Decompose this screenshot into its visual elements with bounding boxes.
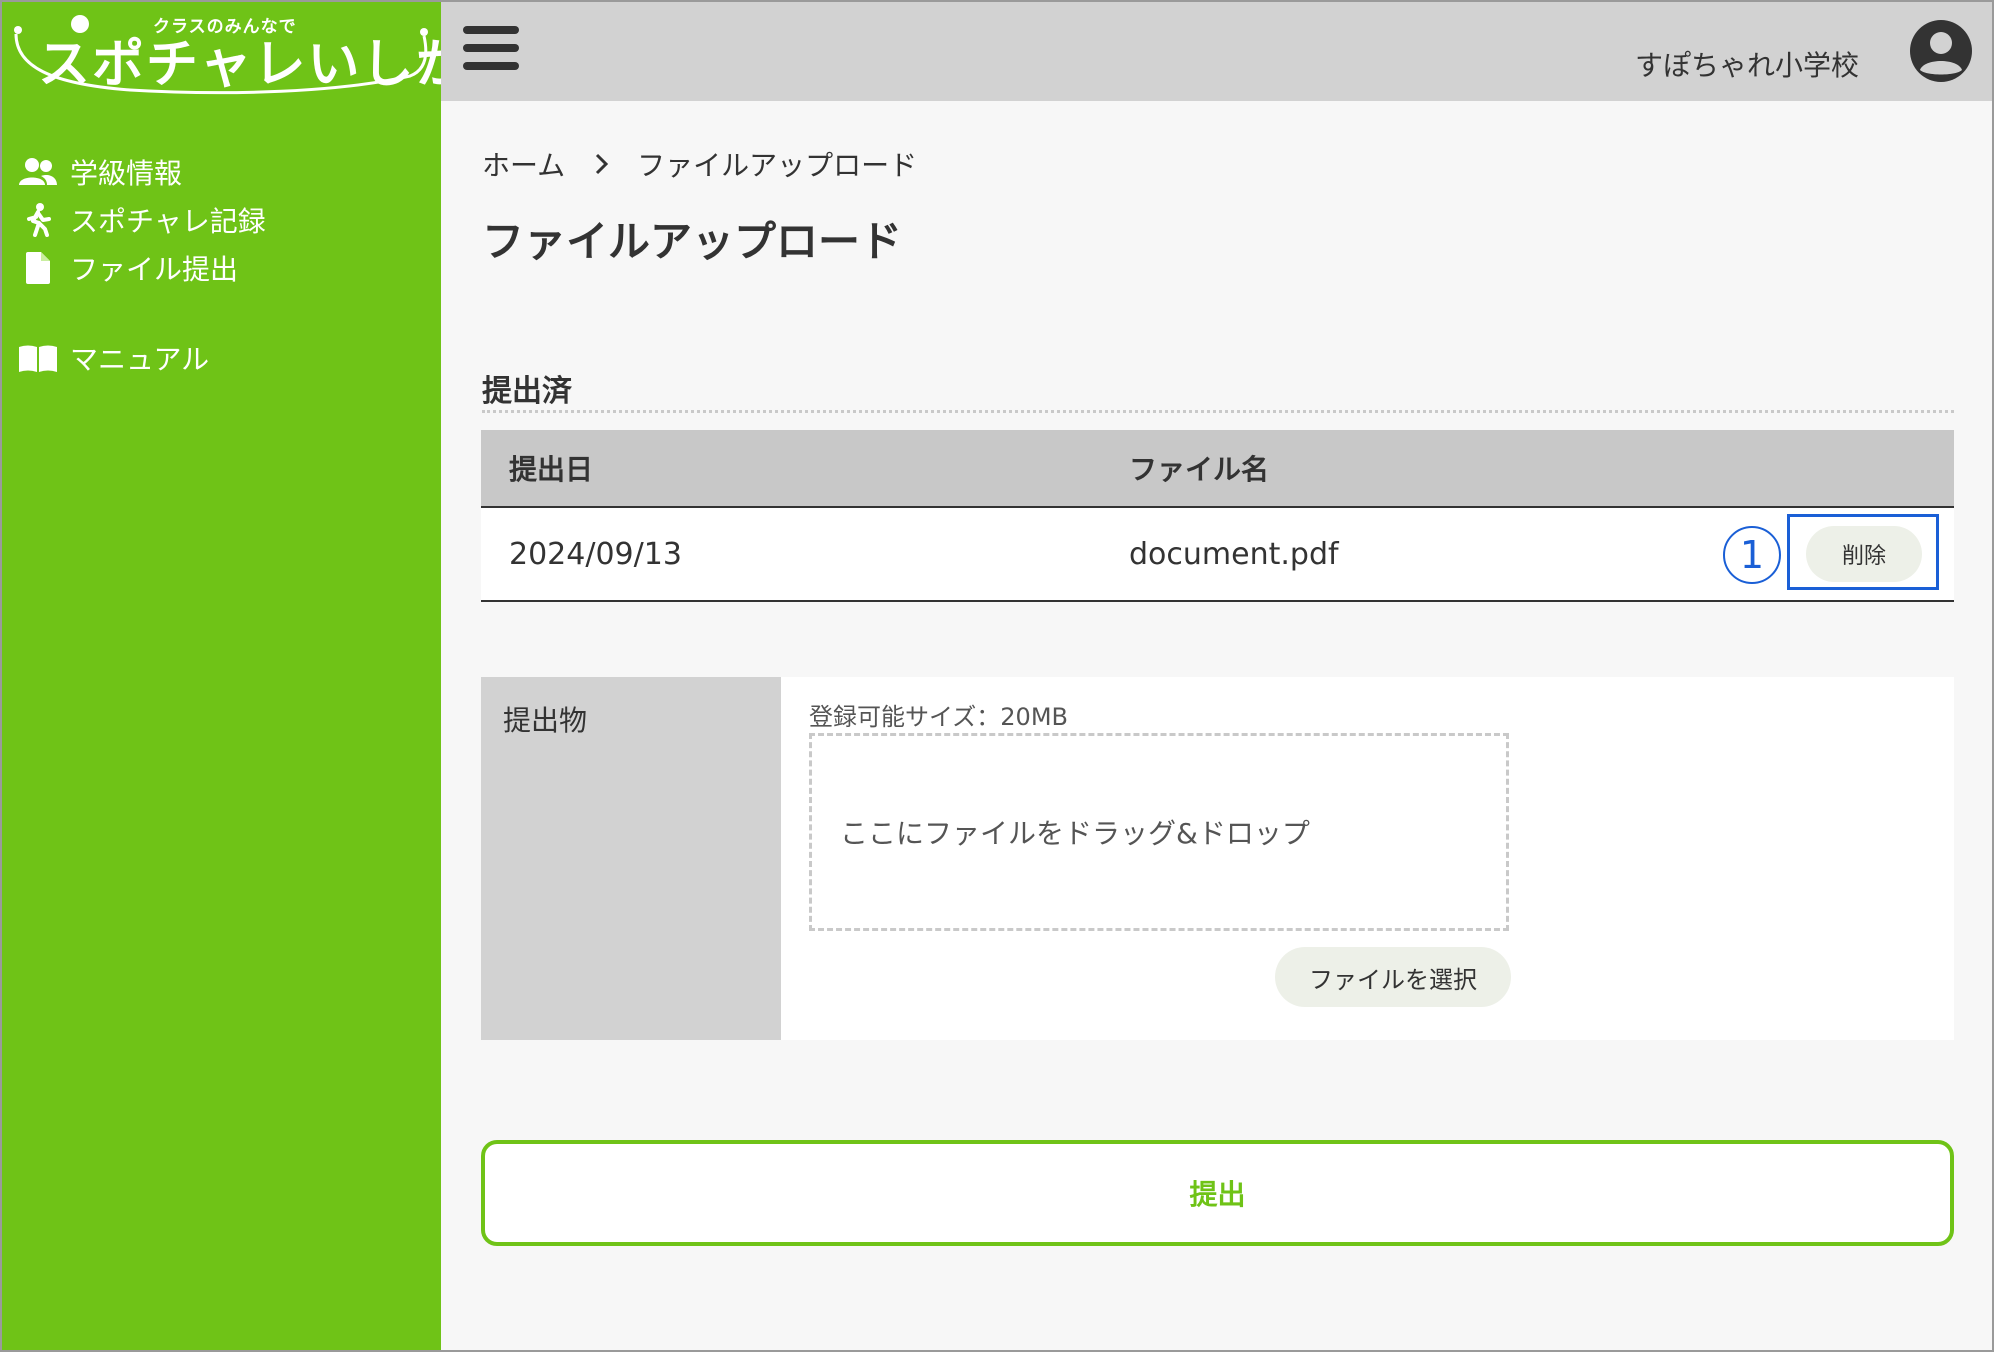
section-divider (482, 410, 1954, 413)
breadcrumb: ホーム ファイルアップロード (482, 144, 917, 184)
sidebar-item-label: ファイル提出 (70, 253, 239, 286)
callout-number-badge: 1 (1723, 526, 1781, 584)
upload-size-note: 登録可能サイズ：20MB (809, 703, 1068, 731)
submitted-date: 2024/09/13 (509, 536, 682, 572)
chevron-right-icon (595, 153, 609, 175)
top-header: すぽちゃれ小学校 (441, 0, 1994, 101)
users-icon (18, 155, 58, 189)
delete-button[interactable]: 削除 (1806, 526, 1922, 582)
sidebar-nav: 学級情報 スポチャレ記録 ファイル提出 マニュアル (18, 148, 266, 382)
school-name: すぽちゃれ小学校 (1634, 49, 1859, 82)
sidebar-item-class-info[interactable]: 学級情報 (18, 148, 266, 196)
submitted-files-table: 提出日 ファイル名 2024/09/13 document.pdf 1 削除 (481, 430, 1954, 602)
submit-button[interactable]: 提出 (481, 1140, 1954, 1246)
column-header-date: 提出日 (509, 453, 594, 486)
app-logo[interactable]: クラスのみんなで スポチャレいしかわ (10, 6, 521, 96)
upload-body: 登録可能サイズ：20MB ここにファイルをドラッグ&ドロップ ファイルを選択 (781, 677, 1954, 1040)
upload-label: 提出物 (481, 677, 781, 1040)
sidebar: クラスのみんなで スポチャレいしかわ 学級情報 スポチャレ記録 ファイル提出 マ… (0, 0, 521, 1352)
upload-panel: 提出物 登録可能サイズ：20MB ここにファイルをドラッグ&ドロップ ファイルを… (481, 677, 1954, 1040)
file-icon (18, 251, 58, 285)
sidebar-item-label: 学級情報 (70, 157, 183, 190)
submitted-section-title: 提出済 (482, 374, 572, 409)
page-title: ファイルアップロード (482, 217, 903, 266)
submitted-filename: document.pdf (1129, 536, 1339, 572)
user-avatar-icon[interactable] (1910, 20, 1972, 82)
menu-icon[interactable] (463, 26, 519, 76)
table-header: 提出日 ファイル名 (481, 430, 1954, 508)
select-file-button[interactable]: ファイルを選択 (1275, 947, 1511, 1007)
sidebar-item-label: スポチャレ記録 (70, 205, 266, 238)
dropzone-text: ここにファイルをドラッグ&ドロップ (840, 817, 1310, 850)
sidebar-item-file-submit[interactable]: ファイル提出 (18, 244, 266, 292)
table-row: 2024/09/13 document.pdf 1 削除 (481, 508, 1954, 602)
column-header-filename: ファイル名 (1129, 453, 1270, 486)
sidebar-item-label: マニュアル (70, 343, 210, 376)
running-icon (18, 203, 58, 237)
book-icon (18, 341, 58, 375)
file-dropzone[interactable]: ここにファイルをドラッグ&ドロップ (809, 733, 1509, 931)
breadcrumb-home-link[interactable]: ホーム (482, 144, 565, 184)
sidebar-item-manual[interactable]: マニュアル (18, 334, 266, 382)
sidebar-item-records[interactable]: スポチャレ記録 (18, 196, 266, 244)
breadcrumb-current: ファイルアップロード (637, 149, 918, 182)
